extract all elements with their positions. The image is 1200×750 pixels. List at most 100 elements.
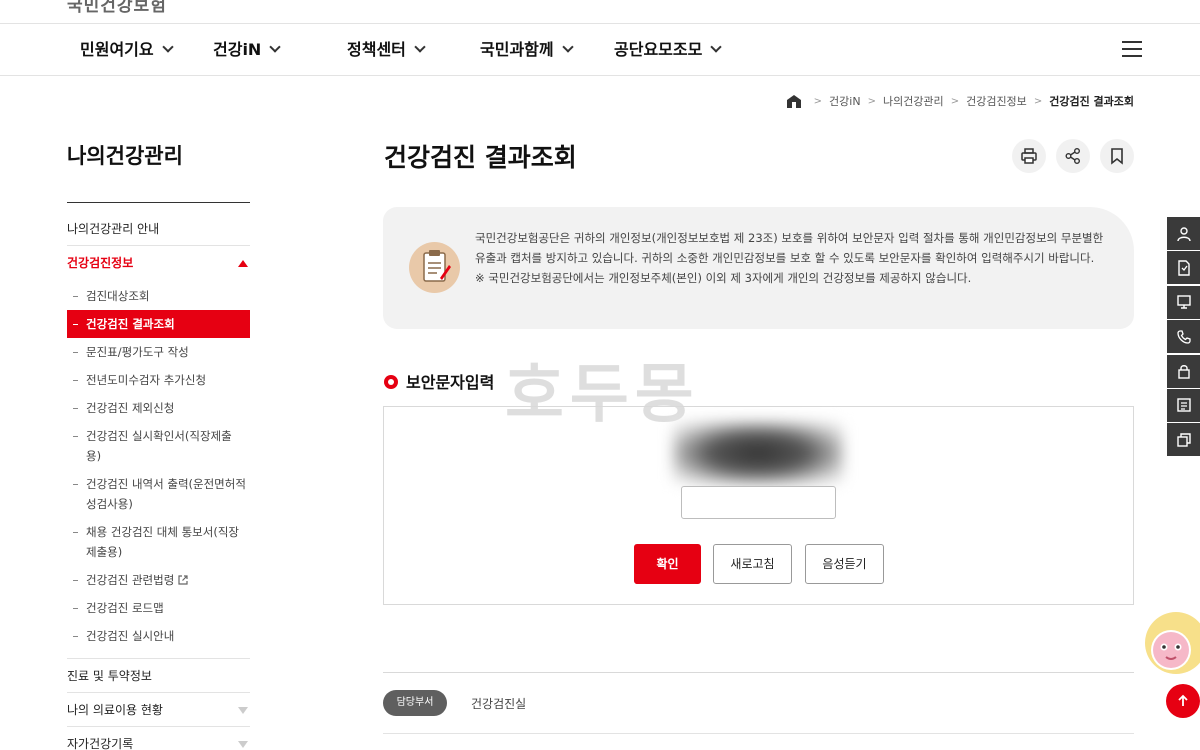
mascot-chatbot-icon[interactable] [1145, 612, 1200, 674]
chevron-right-icon: > [950, 95, 960, 107]
chevron-right-icon: > [867, 95, 876, 107]
clipboard-icon [409, 242, 460, 293]
location-pin-icon [384, 375, 398, 389]
chevron-down-icon [269, 41, 281, 53]
submenu-item-label: 건강검진 관련법령 [86, 573, 175, 587]
gnb-label: 민원여기요 [80, 40, 154, 59]
print-button[interactable] [1012, 139, 1046, 173]
sidebar-item-treatment[interactable]: 진료 및 투약정보 [67, 659, 250, 693]
share-icon [1065, 148, 1080, 164]
submenu-item-target-lookup[interactable]: 검진대상조회 [67, 282, 250, 310]
audio-button[interactable]: 음성듣기 [805, 544, 884, 584]
share-button[interactable] [1056, 139, 1090, 173]
submenu-item-result-lookup[interactable]: 건강검진 결과조회 [67, 310, 250, 338]
notice-line: 국민건강보험공단은 귀하의 개인정보(개인정보보호법 제 23조) 보호를 위하… [475, 231, 1104, 265]
sidebar-divider [67, 202, 250, 203]
page-title: 건강검진 결과조회 [384, 143, 577, 172]
gnb-label: 건강iN [213, 40, 262, 59]
submenu-item-roadmap[interactable]: 건강검진 로드맵 [67, 594, 250, 622]
gnb-label: 정책센터 [347, 40, 406, 59]
bottom-divider [383, 733, 1134, 734]
refresh-button[interactable]: 새로고침 [713, 544, 792, 584]
captcha-image [673, 422, 843, 484]
gnb-item-civil[interactable]: 민원여기요 [80, 24, 174, 76]
quick-document-button[interactable] [1167, 251, 1200, 285]
breadcrumb-item[interactable]: 건강iN [829, 93, 861, 109]
printer-icon [1021, 148, 1037, 164]
external-link-icon [178, 575, 188, 585]
gnb-label: 국민과함께 [480, 40, 554, 59]
quick-phone-button[interactable] [1167, 320, 1200, 354]
breadcrumb-item[interactable]: 건강검진정보 [966, 93, 1027, 109]
quick-menu [1167, 217, 1200, 458]
quick-copy-button[interactable] [1167, 423, 1200, 457]
breadcrumb: > 건강iN > 나의건강관리 > 건강검진정보 > 건강검진 결과조회 [786, 93, 1134, 109]
arrow-up-icon [1178, 694, 1188, 706]
lock-icon [1177, 365, 1190, 379]
sidebar-item-label: 나의 의료이용 현황 [67, 703, 163, 717]
scroll-top-button[interactable] [1166, 684, 1200, 718]
section-divider [383, 672, 1134, 673]
chevron-down-icon [710, 41, 722, 53]
quick-lock-button[interactable] [1167, 354, 1200, 388]
copy-icon [1176, 433, 1191, 447]
gnb-item-policy[interactable]: 정책센터 [347, 24, 426, 76]
quick-user-button[interactable] [1167, 217, 1200, 250]
gnb-item-together[interactable]: 국민과함께 [480, 24, 574, 76]
sidebar-item-self-record[interactable]: 자가건강기록 [67, 727, 250, 750]
chevron-down-icon [561, 41, 574, 53]
submenu-item-laws[interactable]: 건강검진 관련법령 [67, 566, 250, 594]
gnb-item-health-in[interactable]: 건강iN [213, 24, 281, 76]
hamburger-menu-icon[interactable] [1122, 41, 1142, 57]
submenu-item-confirmation[interactable]: 건강검진 실시확인서(직장제출용) [67, 422, 250, 470]
list-icon [1176, 398, 1191, 413]
chevron-right-icon: > [1033, 95, 1043, 107]
sidebar: 나의건강관리 안내 건강검진정보 검진대상조회 건강검진 결과조회 문진표/평가… [67, 212, 250, 750]
submenu-item-exclusion[interactable]: 건강검진 제외신청 [67, 394, 250, 422]
notice-text: 국민건강보험공단은 귀하의 개인정보(개인정보보호법 제 23조) 보호를 위하… [475, 228, 1105, 288]
expand-arrow-icon [238, 741, 248, 748]
security-section-title: 보안문자입력 [384, 369, 494, 393]
user-icon [1176, 226, 1191, 241]
document-icon [1177, 260, 1190, 276]
breadcrumb-item[interactable]: 나의건강관리 [883, 93, 944, 109]
chevron-right-icon: > [813, 95, 823, 107]
gnb-label: 공단요모조모 [614, 40, 703, 59]
top-strip: 국민건강보험 [0, 0, 1200, 24]
submenu-item-statement[interactable]: 건강검진 내역서 출력(운전면허적성검사용) [67, 470, 250, 518]
global-nav: 민원여기요 건강iN 정책센터 국민과함께 공단요모조모 [0, 24, 1200, 76]
quick-monitor-button[interactable] [1167, 285, 1200, 319]
sidebar-title: 나의건강관리 [67, 144, 183, 168]
captcha-input[interactable] [681, 486, 836, 519]
monitor-icon [1176, 295, 1191, 309]
sidebar-submenu: 검진대상조회 건강검진 결과조회 문진표/평가도구 작성 전년도미수검자 추가신… [67, 280, 250, 659]
dept-badge: 담당부서 [383, 690, 447, 716]
home-icon[interactable] [786, 94, 801, 108]
privacy-notice: 국민건강보험공단은 귀하의 개인정보(개인정보보호법 제 23조) 보호를 위하… [383, 207, 1134, 329]
section-title-label: 보안문자입력 [406, 373, 495, 392]
sidebar-item-label: 건강검진정보 [67, 256, 134, 270]
bookmark-button[interactable] [1100, 139, 1134, 173]
sidebar-item-intro[interactable]: 나의건강관리 안내 [67, 212, 250, 246]
site-logo[interactable]: 국민건강보험 [67, 0, 167, 16]
confirm-button[interactable]: 확인 [634, 544, 701, 584]
sidebar-item-label: 자가건강기록 [67, 737, 134, 750]
collapse-arrow-icon [238, 260, 248, 267]
breadcrumb-current: 건강검진 결과조회 [1049, 95, 1134, 108]
chevron-down-icon [161, 41, 174, 53]
bookmark-icon [1111, 148, 1123, 165]
expand-arrow-icon [238, 707, 248, 714]
dept-name: 건강검진실 [471, 697, 527, 711]
quick-list-button[interactable] [1167, 388, 1200, 422]
chevron-down-icon [414, 41, 426, 53]
submenu-item-questionnaire[interactable]: 문진표/평가도구 작성 [67, 338, 250, 366]
submenu-item-additional-request[interactable]: 전년도미수검자 추가신청 [67, 366, 250, 394]
sidebar-item-medical-usage[interactable]: 나의 의료이용 현황 [67, 693, 250, 727]
submenu-item-employment-notice[interactable]: 채용 건강검진 대체 통보서(직장제출용) [67, 518, 250, 566]
sidebar-item-checkup[interactable]: 건강검진정보 [67, 246, 250, 280]
notice-line: ※ 국민건강보험공단에서는 개인정보주체(본인) 이외 제 3자에게 개인의 건… [475, 271, 972, 285]
submenu-item-guide[interactable]: 건강검진 실시안내 [67, 622, 250, 650]
gnb-item-about[interactable]: 공단요모조모 [614, 24, 722, 76]
captcha-box: 확인 새로고침 음성듣기 [383, 406, 1134, 605]
phone-icon [1176, 330, 1191, 344]
